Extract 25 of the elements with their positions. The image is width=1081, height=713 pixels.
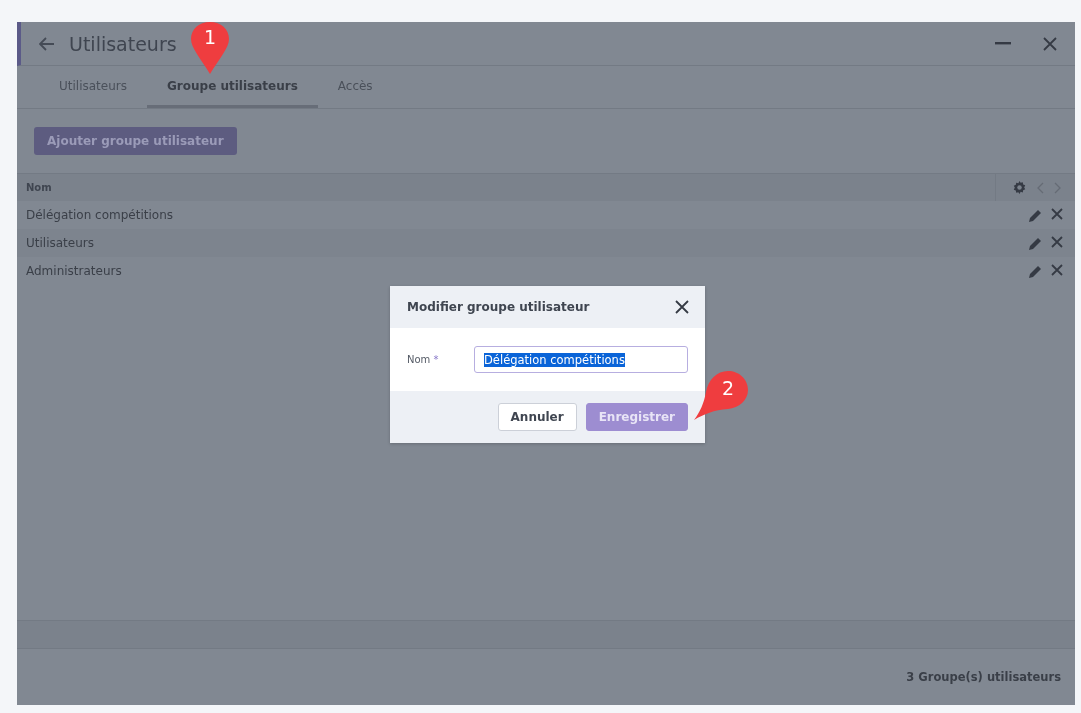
callout-marker: 1 <box>188 20 232 76</box>
table-cell-text: Administrateurs <box>26 264 123 278</box>
close-icon[interactable] <box>675 300 689 314</box>
pencil-icon[interactable] <box>1028 263 1043 279</box>
column-header: Nom <box>17 174 996 201</box>
back-arrow-icon[interactable] <box>39 36 55 51</box>
save-button[interactable]: Enregistrer <box>585 403 688 431</box>
delete-icon[interactable] <box>1051 263 1063 276</box>
table-cell-text: Utilisateurs <box>26 236 95 250</box>
input-field[interactable]: Délégation compétitions <box>474 346 688 373</box>
add-group-button[interactable]: Ajouter groupe utilisateur <box>34 127 237 155</box>
window-title: Utilisateurs <box>69 32 177 55</box>
table-cell-text: Délégation compétitions <box>26 208 175 222</box>
pencil-icon[interactable] <box>1028 207 1043 223</box>
pencil-icon[interactable] <box>1028 235 1043 251</box>
cancel-button[interactable]: Annuler <box>497 403 577 431</box>
settings-icon[interactable] <box>1012 180 1027 195</box>
tab[interactable]: Accès <box>317 66 393 108</box>
tab[interactable]: Utilisateurs <box>39 66 147 108</box>
field-label: Nom * <box>407 354 440 365</box>
delete-icon[interactable] <box>1051 207 1063 220</box>
dialog-title: Modifier groupe utilisateur <box>407 300 591 314</box>
minimize-icon[interactable] <box>995 42 1011 45</box>
record-count: 3 Groupe(s) utilisateurs <box>905 669 1062 686</box>
delete-icon[interactable] <box>1051 235 1063 248</box>
